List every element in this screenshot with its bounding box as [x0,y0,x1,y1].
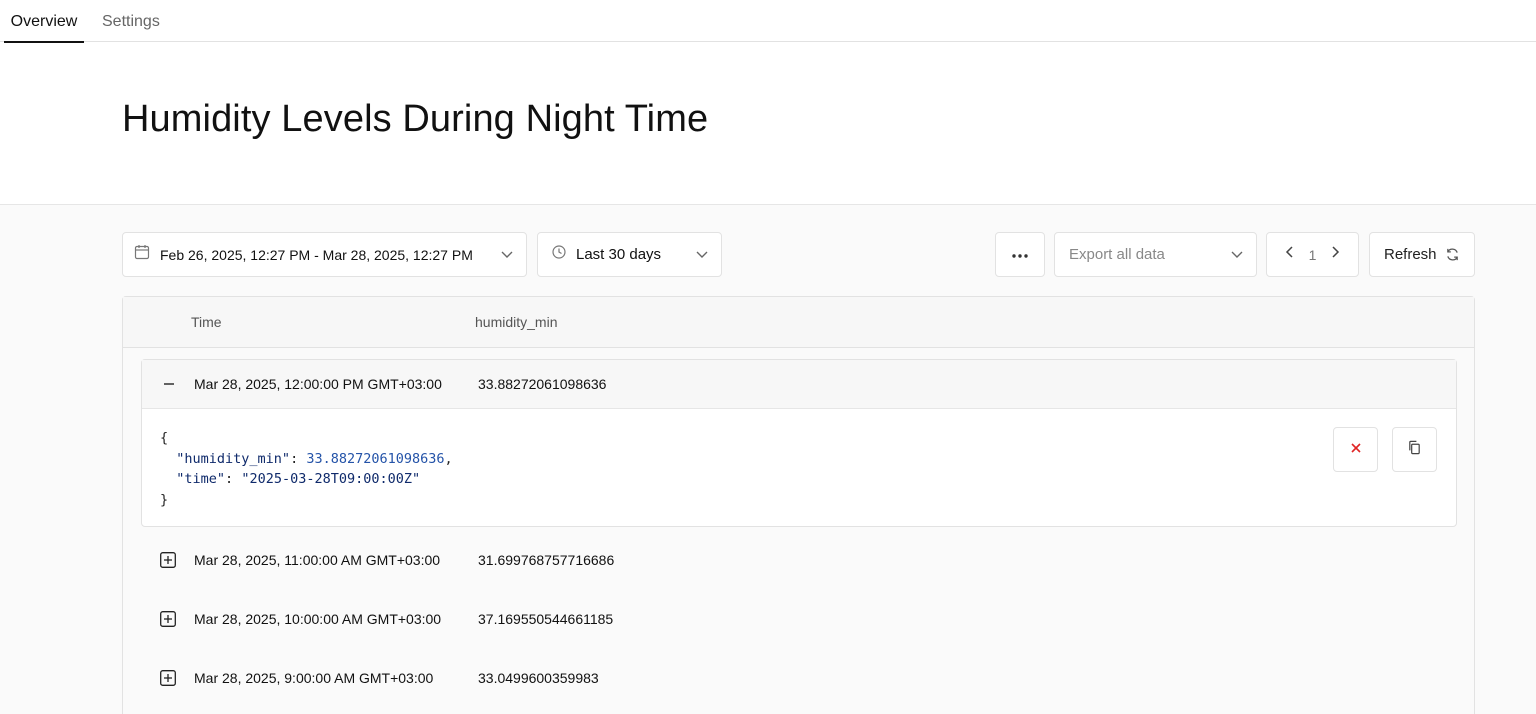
table-row[interactable]: Mar 28, 2025, 9:00:00 AM GMT+03:00 33.04… [141,648,1457,706]
row-time: Mar 28, 2025, 11:00:00 AM GMT+03:00 [194,552,441,568]
export-select[interactable]: Export all data [1054,232,1257,277]
time-preset-select[interactable]: Last 30 days [537,232,722,277]
date-range-label: Feb 26, 2025, 12:27 PM - Mar 28, 2025, 1… [160,246,473,263]
row-time: Mar 28, 2025, 9:00:00 AM GMT+03:00 [194,670,434,686]
close-icon [1350,441,1362,459]
close-button[interactable] [1333,427,1378,472]
ellipsis-icon [1011,246,1029,264]
pagination: 1 [1266,232,1359,277]
more-options-button[interactable] [995,232,1045,277]
refresh-button[interactable]: Refresh [1369,232,1475,277]
expanded-row: Mar 28, 2025, 12:00:00 PM GMT+03:00 33.8… [141,359,1457,527]
table-header: Time humidity_min [123,297,1474,348]
content-panel: Feb 26, 2025, 12:27 PM - Mar 28, 2025, 1… [0,204,1536,714]
json-viewer: { "humidity_min": 33.88272061098636, "ti… [160,430,453,508]
json-brace-open: { [160,430,169,446]
date-range-picker[interactable]: Feb 26, 2025, 12:27 PM - Mar 28, 2025, 1… [122,232,527,277]
row-value: 37.169550544661185 [478,611,614,627]
refresh-icon [1445,247,1460,267]
refresh-label: Refresh [1384,246,1437,263]
clock-icon [552,245,566,264]
column-header-humidity-min: humidity_min [475,314,558,330]
copy-icon [1407,440,1422,460]
export-placeholder: Export all data [1069,246,1165,263]
time-preset-label: Last 30 days [576,246,662,263]
table-row[interactable]: Mar 28, 2025, 11:00:00 AM GMT+03:00 31.6… [141,531,1457,589]
json-number: 33.88272061098636 [306,450,445,467]
row-value: 31.699768757716686 [478,552,615,568]
expand-icon[interactable] [160,611,176,627]
column-header-time: Time [191,314,222,330]
page-title: Humidity Levels During Night Time [122,98,709,140]
row-value: 33.88272061098636 [478,376,607,392]
row-time: Mar 28, 2025, 10:00:00 AM GMT+03:00 [194,611,442,627]
tab-overview[interactable]: Overview [4,0,84,43]
page-number: 1 [1308,246,1317,263]
row-value: 33.0499600359983 [478,670,599,686]
chevron-down-icon [1230,247,1244,266]
table-row[interactable]: Mar 28, 2025, 10:00:00 AM GMT+03:00 37.1… [141,589,1457,647]
calendar-icon [134,244,150,265]
chevron-down-icon [695,247,709,266]
json-string: "2025-03-28T09:00:00Z" [241,471,421,487]
expand-icon[interactable] [160,552,176,568]
chevron-left-icon[interactable] [1284,245,1296,264]
chevron-right-icon[interactable] [1329,245,1341,264]
data-table: Time humidity_min Mar 28, 2025, 12:00:00… [122,296,1475,714]
json-key: "time" [176,471,226,487]
expand-icon[interactable] [160,670,176,686]
chevron-down-icon [500,247,514,266]
tab-bar: Overview Settings [0,0,1536,43]
collapse-icon[interactable] [161,376,177,392]
json-key: "humidity_min" [176,450,291,467]
tab-settings[interactable]: Settings [102,0,160,42]
row-time: Mar 28, 2025, 12:00:00 PM GMT+03:00 [194,376,442,392]
table-row[interactable]: Mar 28, 2025, 12:00:00 PM GMT+03:00 33.8… [142,360,1456,409]
copy-button[interactable] [1392,427,1437,472]
json-brace-close: } [160,491,169,508]
